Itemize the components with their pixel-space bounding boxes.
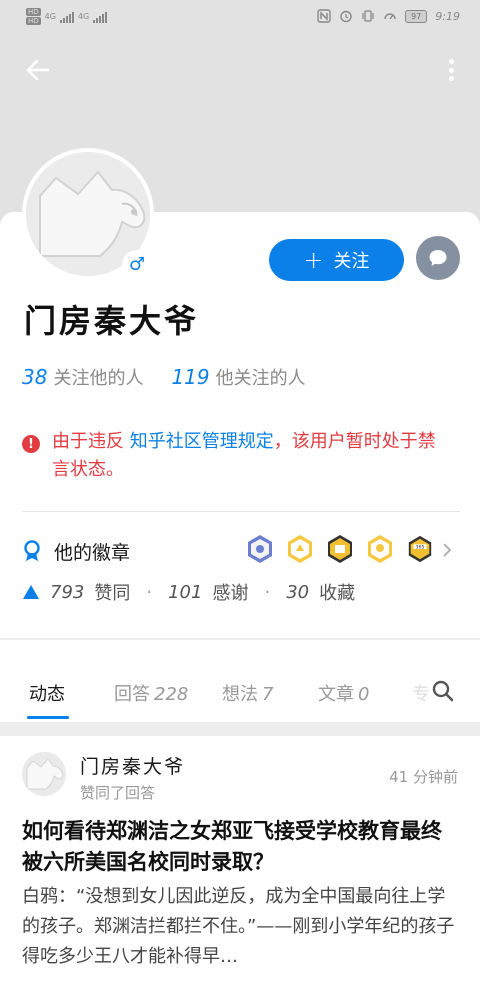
profile-tabs: 动态 回答 228 想法 7 文章 0 专: [0, 640, 480, 722]
tab-columns[interactable]: 专: [412, 680, 430, 706]
feed-question-title[interactable]: 如何看待郑渊洁之女郑亚飞接受学校教育最终被六所美国名校同时录取？: [22, 816, 462, 878]
nfc-icon: [317, 9, 331, 23]
followers-link[interactable]: 38 关注他的人: [22, 364, 143, 390]
status-bar: HD HD 4G 4G 97 9:19: [0, 0, 480, 36]
network-type-2: 4G: [77, 12, 90, 21]
following-count: 119: [171, 365, 210, 389]
more-dot-icon: [448, 67, 454, 73]
follow-button-label: 关注: [333, 251, 370, 272]
upvotes-label: 赞同: [94, 583, 131, 604]
active-tab-indicator: [27, 716, 69, 719]
following-label: 他关注的人: [215, 368, 306, 389]
notice-text: 由于违反 知乎社区管理规定，该用户暂时处于禁言状态。: [52, 428, 452, 484]
profile-name: 门房秦大爷: [24, 302, 200, 340]
sim1-hd-icon: HD: [26, 8, 41, 16]
feed-gap: [0, 722, 480, 736]
following-link[interactable]: 119 他关注的人: [171, 364, 305, 390]
notice-prefix: 由于违反: [52, 431, 130, 452]
separator-dot: ·: [146, 581, 153, 603]
feed-action: 赞同了回答: [80, 784, 156, 802]
upvote-triangle-icon: [23, 585, 39, 599]
signal-icon-2: [93, 11, 108, 23]
achievement-stats: 793 赞同 · 101 感谢 · 30 收藏: [22, 577, 355, 607]
followers-count: 38: [22, 365, 48, 389]
male-icon: ♂: [128, 254, 146, 275]
more-dot-icon: [448, 76, 454, 81]
battery-icon: 97: [405, 9, 428, 23]
speed-icon: [384, 13, 396, 20]
tab-label: 专: [412, 684, 430, 705]
badge-gold-icon: [286, 534, 314, 564]
tab-count: 0: [358, 684, 370, 705]
tab-label: 文章: [318, 684, 354, 705]
tab-label: 动态: [29, 684, 65, 705]
chat-bubble-icon: [429, 250, 447, 266]
tab-count: 228: [154, 684, 189, 705]
tab-answers[interactable]: 回答 228: [114, 680, 188, 706]
gender-badge: ♂: [122, 250, 152, 280]
back-button[interactable]: [24, 56, 52, 84]
badges-row[interactable]: 他的徽章 365: [22, 534, 460, 568]
tab-articles[interactable]: 文章 0: [318, 680, 369, 706]
message-button[interactable]: [416, 236, 460, 280]
vibrate-icon: [362, 10, 374, 22]
search-icon: [432, 680, 454, 702]
mute-notice: ! 由于违反 知乎社区管理规定，该用户暂时处于禁言状态。: [22, 428, 462, 484]
network-type-1: 4G: [44, 12, 56, 21]
search-button[interactable]: [432, 680, 454, 702]
signal-icon-1: [59, 11, 74, 23]
status-right: 97 9:19: [317, 9, 460, 23]
feed-answer-excerpt[interactable]: 白鸦：“没想到女儿因此逆反，成为全中国最向往上学的孩子。郑渊洁拦都拦不住。”——…: [22, 882, 462, 972]
badge-gold-icon: [366, 534, 394, 564]
followers-label: 关注他的人: [53, 368, 144, 389]
follow-stats: 38 关注他的人 119 他关注的人: [22, 364, 306, 390]
sim2-hd-icon: HD: [26, 17, 41, 25]
feed-time: 41 分钟前: [389, 768, 458, 786]
thanks-label: 感谢: [212, 583, 249, 604]
favorites-count: 30: [286, 581, 310, 603]
default-dog-avatar-icon: [22, 752, 66, 796]
feed-author[interactable]: 门房秦大爷: [80, 752, 185, 779]
tab-thoughts[interactable]: 想法 7: [222, 680, 273, 706]
community-rules-link[interactable]: 知乎社区管理规定: [130, 431, 274, 452]
divider: [22, 511, 460, 512]
separator-dot: ·: [264, 581, 271, 603]
arrow-left-icon: [26, 59, 50, 81]
tab-count: 7: [262, 684, 274, 705]
status-left: HD HD 4G 4G: [26, 8, 108, 25]
tab-label: 回答: [114, 684, 150, 705]
tab-label: 想法: [222, 684, 258, 705]
badge-365-icon: 365: [406, 534, 434, 564]
clock: 9:19: [435, 9, 460, 23]
favorites-label: 收藏: [319, 583, 356, 604]
feed-item[interactable]: 门房秦大爷 赞同了回答 41 分钟前 如何看待郑渊洁之女郑亚飞接受学校教育最终被…: [0, 736, 480, 997]
award-icon: [24, 540, 40, 561]
alarm-icon: [340, 10, 352, 23]
more-dot-icon: [448, 59, 454, 64]
upvotes-count: 793: [50, 581, 85, 603]
warning-icon: !: [22, 435, 40, 453]
badge-gold-dark-icon: [326, 534, 354, 564]
plus-icon: +: [303, 246, 324, 274]
badges-label: 他的徽章: [54, 541, 131, 564]
badge-365-text: 365: [416, 544, 425, 550]
badge-blue-icon: [246, 534, 274, 564]
badges-list: 365: [246, 534, 434, 564]
more-options-button[interactable]: [444, 56, 458, 84]
chevron-right-icon: [442, 542, 452, 562]
follow-button[interactable]: + 关注: [269, 239, 404, 281]
feed-avatar[interactable]: [22, 752, 66, 796]
thanks-count: 101: [168, 581, 203, 603]
tab-activity[interactable]: 动态: [29, 680, 65, 706]
